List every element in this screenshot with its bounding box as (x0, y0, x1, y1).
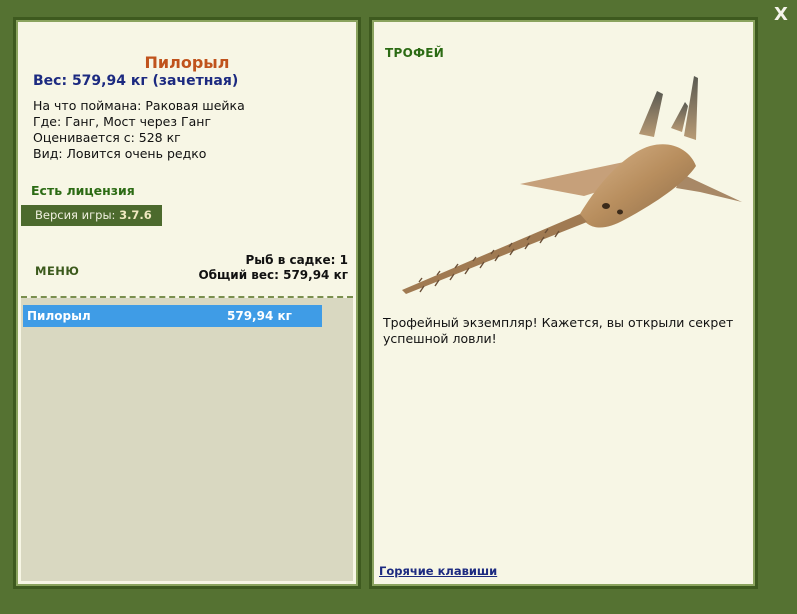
trophy-description: Трофейный экземпляр! Кажется, вы открыли… (383, 315, 734, 346)
sawfish-image (402, 76, 742, 294)
list-item-name: Пилорыл (27, 309, 91, 323)
license-status: Есть лицензия (31, 183, 135, 198)
catch-list: Пилорыл 579,94 кг (21, 298, 353, 581)
version-label: Версия игры: (35, 208, 120, 222)
hotkeys-link[interactable]: Горячие клавиши (379, 564, 497, 578)
fish-info-content: Пилорыл Вес: 579,94 кг (зачетная) На что… (21, 25, 353, 581)
location-info: Где: Ганг, Мост через Ганг (33, 114, 212, 129)
fish-name: Пилорыл (144, 53, 230, 72)
value-info: Оценивается с: 528 кг (33, 130, 181, 145)
fish-count: Рыб в садке: 1 (245, 253, 349, 267)
fish-info-panel: Пилорыл Вес: 579,94 кг (зачетная) На что… (13, 17, 361, 589)
list-item[interactable]: Пилорыл 579,94 кг (23, 305, 322, 327)
menu-button[interactable]: МЕНЮ (35, 264, 79, 278)
trophy-panel: ТРОФЕЙ Трофейный экземпляр! Кажется, вы … (369, 17, 758, 589)
fish-weight: Вес: 579,94 кг (зачетная) (33, 73, 239, 89)
bait-info: На что поймана: Раковая шейка (33, 98, 245, 113)
version-number: 3.7.6 (119, 208, 152, 222)
total-weight: Общий вес: 579,94 кг (198, 268, 348, 282)
close-button[interactable]: X (771, 4, 791, 26)
list-item-weight: 579,94 кг (227, 309, 292, 323)
version-bar: Версия игры: 3.7.6 (21, 205, 162, 226)
rarity-info: Вид: Ловится очень редко (33, 146, 207, 161)
